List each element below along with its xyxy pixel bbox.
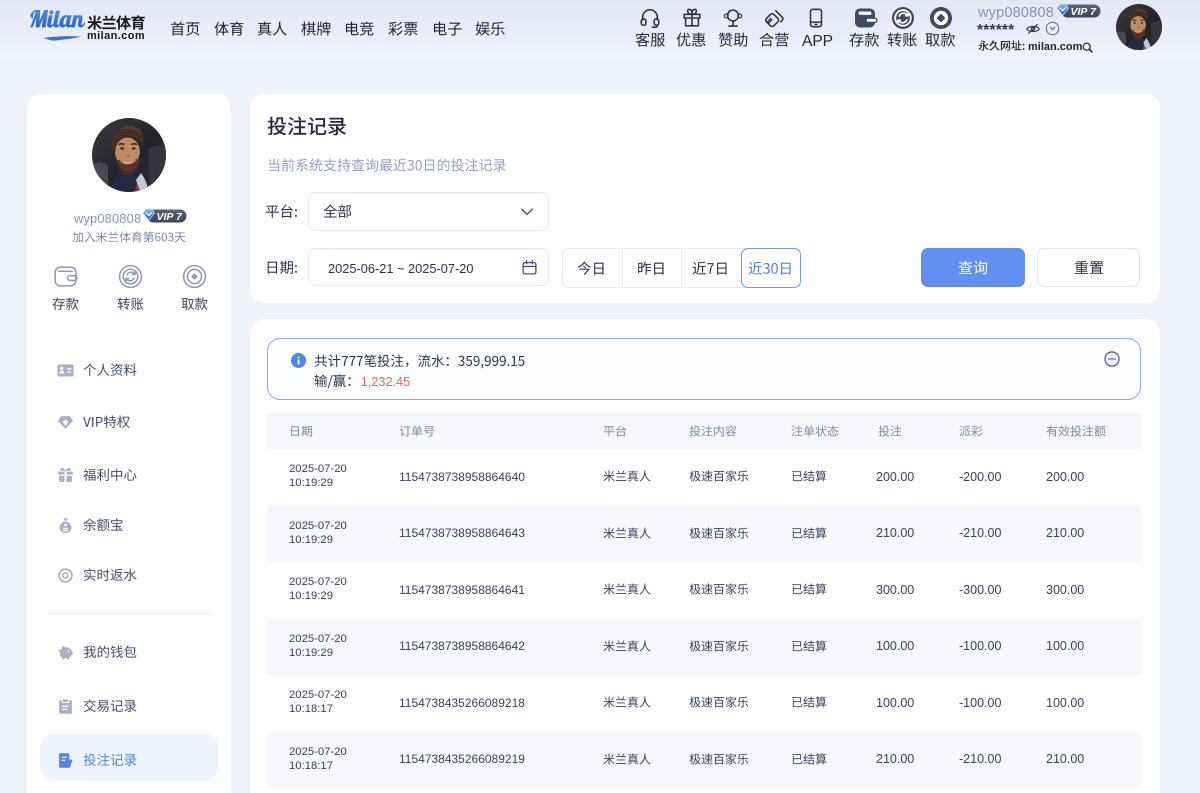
svg-text:VIP 7: VIP 7 [1071, 6, 1097, 18]
svg-text:VIP 7: VIP 7 [157, 211, 183, 223]
